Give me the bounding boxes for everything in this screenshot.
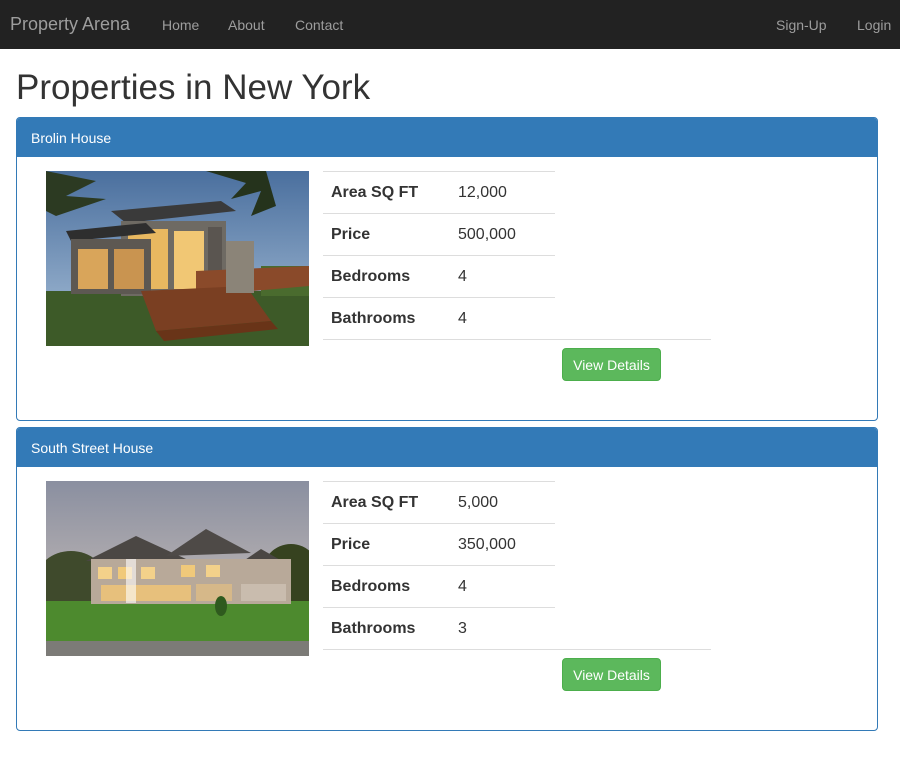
spec-value: 350,000 [458, 523, 555, 566]
property-panel: Brolin House Area SQ FT 12,000 Price 500… [16, 117, 878, 421]
table-row: Bedrooms 4 [323, 255, 711, 298]
spec-value: 4 [458, 565, 555, 608]
spec-value: 500,000 [458, 213, 555, 256]
spec-label: Price [323, 213, 458, 256]
nav-login-link[interactable]: Login [857, 17, 891, 33]
property-photo [46, 171, 309, 346]
spec-empty-cell [555, 256, 711, 298]
nav-signup-link[interactable]: Sign-Up [776, 17, 827, 33]
top-navbar: Property Arena Home About Contact Sign-U… [0, 0, 900, 49]
nav-home-link[interactable]: Home [162, 17, 199, 33]
spec-empty-cell [555, 214, 711, 256]
view-details-button[interactable]: View Details [562, 658, 661, 691]
property-specs-table: Area SQ FT 5,000 Price 350,000 Bedrooms … [323, 481, 711, 650]
spec-label: Bathrooms [323, 607, 458, 650]
spec-empty-cell [555, 524, 711, 566]
property-name: Brolin House [31, 130, 112, 146]
spec-empty-cell [555, 297, 711, 340]
table-row: Bedrooms 4 [323, 565, 711, 608]
table-row: Area SQ FT 12,000 [323, 171, 711, 214]
spec-empty-cell [555, 566, 711, 608]
spec-empty-cell [555, 172, 711, 214]
spec-label: Price [323, 523, 458, 566]
spec-value: 5,000 [458, 481, 555, 524]
brand-link[interactable]: Property Arena [10, 14, 130, 35]
spec-empty-cell [555, 607, 711, 650]
property-name: South Street House [31, 440, 154, 456]
nav-about-link[interactable]: About [228, 17, 265, 33]
spec-label: Bedrooms [323, 255, 458, 298]
spec-empty-cell [555, 482, 711, 524]
page-title: Properties in New York [16, 68, 371, 107]
spec-value: 3 [458, 607, 555, 650]
table-row: Price 500,000 [323, 213, 711, 256]
table-row: Bathrooms 3 [323, 607, 711, 650]
spec-value: 4 [458, 297, 555, 340]
spec-label: Bathrooms [323, 297, 458, 340]
property-panel: South Street House Area SQ FT 5,000 Pric… [16, 427, 878, 731]
spec-value: 12,000 [458, 171, 555, 214]
spec-label: Area SQ FT [323, 171, 458, 214]
view-details-button[interactable]: View Details [562, 348, 661, 381]
table-row: Price 350,000 [323, 523, 711, 566]
table-row: Bathrooms 4 [323, 297, 711, 340]
panel-heading: South Street House [17, 428, 877, 467]
property-specs-table: Area SQ FT 12,000 Price 500,000 Bedrooms… [323, 171, 711, 340]
property-photo [46, 481, 309, 656]
panel-heading: Brolin House [17, 118, 877, 157]
table-row: Area SQ FT 5,000 [323, 481, 711, 524]
spec-value: 4 [458, 255, 555, 298]
nav-contact-link[interactable]: Contact [295, 17, 343, 33]
spec-label: Area SQ FT [323, 481, 458, 524]
spec-label: Bedrooms [323, 565, 458, 608]
